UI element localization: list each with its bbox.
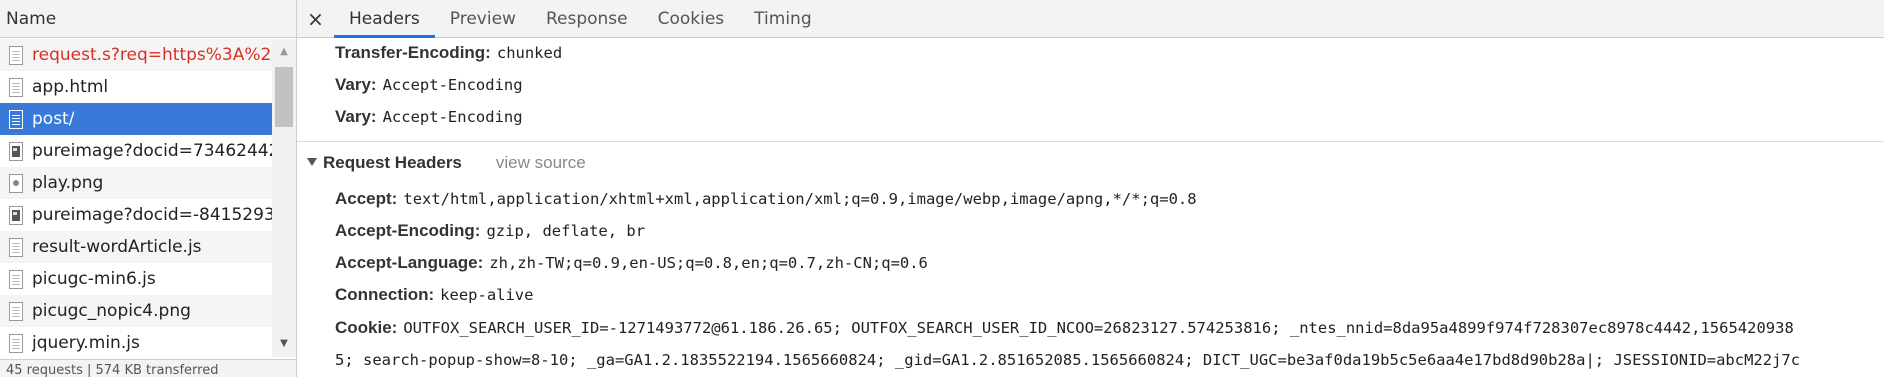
header-name: Cookie: (335, 318, 398, 337)
section-divider (297, 141, 1884, 142)
header-value: Accept-Encoding (382, 108, 523, 126)
request-name: picugc_nopic4.png (32, 301, 191, 321)
header-value: zh,zh-TW;q=0.9,en-US;q=0.8,en;q=0.7,zh-C… (489, 254, 928, 272)
request-header-row: Accept: text/html,application/xhtml+xml,a… (335, 189, 1197, 209)
name-column-header[interactable]: Name (0, 0, 296, 38)
response-header-row: Vary: Accept-Encoding (335, 75, 523, 95)
tab-response[interactable]: Response (531, 0, 643, 37)
request-list-item[interactable]: play.png (0, 167, 272, 199)
request-list-item[interactable]: picugc-min6.js (0, 263, 272, 295)
doc-icon (9, 269, 23, 289)
header-value: Accept-Encoding (382, 76, 523, 94)
request-name: picugc-min6.js (32, 269, 156, 289)
request-header-row: Accept-Encoding: gzip, deflate, br (335, 221, 645, 241)
scroll-up-arrow-icon[interactable]: ▲ (272, 45, 296, 59)
header-value: gzip, deflate, br (486, 222, 646, 240)
doc-icon (9, 333, 23, 353)
view-source-link[interactable]: view source (496, 153, 586, 172)
request-list-panel: Name request.s?req=https%3A%2F% app.html p… (0, 0, 297, 377)
image-icon (9, 205, 23, 225)
doc-icon (9, 237, 23, 257)
request-header-row: Accept-Language: zh,zh-TW;q=0.9,en-US;q=0… (335, 253, 928, 273)
details-tab-bar: × Headers Preview Response Cookies Timin… (297, 0, 1884, 38)
header-value: chunked (496, 44, 563, 62)
request-headers-section-header[interactable]: Request Headers view source (307, 153, 586, 173)
scroll-down-arrow-icon[interactable]: ▼ (272, 337, 296, 351)
request-details-panel: × Headers Preview Response Cookies Timin… (297, 0, 1884, 377)
request-name: jquery.min.js (32, 333, 140, 353)
doc-icon (9, 45, 23, 65)
header-name: Connection: (335, 285, 435, 304)
request-name: play.png (32, 173, 104, 193)
tab-cookies[interactable]: Cookies (643, 0, 740, 37)
tab-preview[interactable]: Preview (435, 0, 531, 37)
request-list-scrollbar[interactable]: ▲ ▼ (272, 39, 296, 357)
request-list-item[interactable]: result-wordArticle.js (0, 231, 272, 263)
request-list-item[interactable]: pureimage?docid=734624420 (0, 135, 272, 167)
header-name: Accept: (335, 189, 398, 208)
request-list-item[interactable]: request.s?req=https%3A%2F% (0, 39, 272, 71)
request-list-item[interactable]: pureimage?docid=-84152935. (0, 199, 272, 231)
header-value: text/html,application/xhtml+xml,applicat… (403, 190, 1197, 208)
request-name: request.s?req=https%3A%2F% (32, 45, 272, 65)
doc-icon (9, 77, 23, 97)
header-name: Vary: (335, 75, 377, 94)
tab-timing[interactable]: Timing (739, 0, 826, 37)
request-summary-status: 45 requests | 574 KB transferred (0, 359, 296, 377)
header-name: Accept-Encoding: (335, 221, 481, 240)
header-name: Accept-Language: (335, 253, 484, 272)
request-name: pureimage?docid=-84152935. (32, 205, 272, 225)
response-header-row: Vary: Accept-Encoding (335, 107, 523, 127)
cookie-continuation-line: 5; search-popup-show=8-10; _ga=GA1.2.183… (335, 350, 1800, 370)
request-name: app.html (32, 77, 109, 97)
doc-icon (9, 109, 23, 129)
header-name: Vary: (335, 107, 377, 126)
request-name: post/ (32, 109, 75, 129)
image-icon (9, 141, 23, 161)
request-list-item[interactable]: app.html (0, 71, 272, 103)
request-header-row: Cookie: OUTFOX_SEARCH_USER_ID=-1271493772… (335, 318, 1794, 338)
section-title[interactable]: Request Headers (323, 153, 462, 172)
header-value: keep-alive (440, 286, 534, 304)
response-header-row: Transfer-Encoding: chunked (335, 43, 562, 63)
request-list-item[interactable]: jquery.min.js (0, 327, 272, 359)
header-value: 5; search-popup-show=8-10; _ga=GA1.2.183… (335, 351, 1801, 369)
request-header-row: Connection: keep-alive (335, 285, 533, 305)
expand-triangle-icon[interactable] (307, 158, 317, 166)
request-list-item[interactable]: picugc_nopic4.png (0, 295, 272, 327)
request-name: result-wordArticle.js (32, 237, 202, 257)
png-icon (9, 173, 23, 193)
close-icon[interactable]: × (297, 0, 334, 37)
doc-icon (9, 301, 23, 321)
request-name: pureimage?docid=734624420 (32, 141, 272, 161)
header-value: OUTFOX_SEARCH_USER_ID=-1271493772@61.186… (403, 319, 1794, 337)
request-list: request.s?req=https%3A%2F% app.html post/p… (0, 39, 272, 359)
header-name: Transfer-Encoding: (335, 43, 491, 62)
scroll-thumb[interactable] (275, 67, 293, 127)
tab-headers[interactable]: Headers (334, 0, 435, 38)
request-list-item[interactable]: post/ (0, 103, 272, 135)
